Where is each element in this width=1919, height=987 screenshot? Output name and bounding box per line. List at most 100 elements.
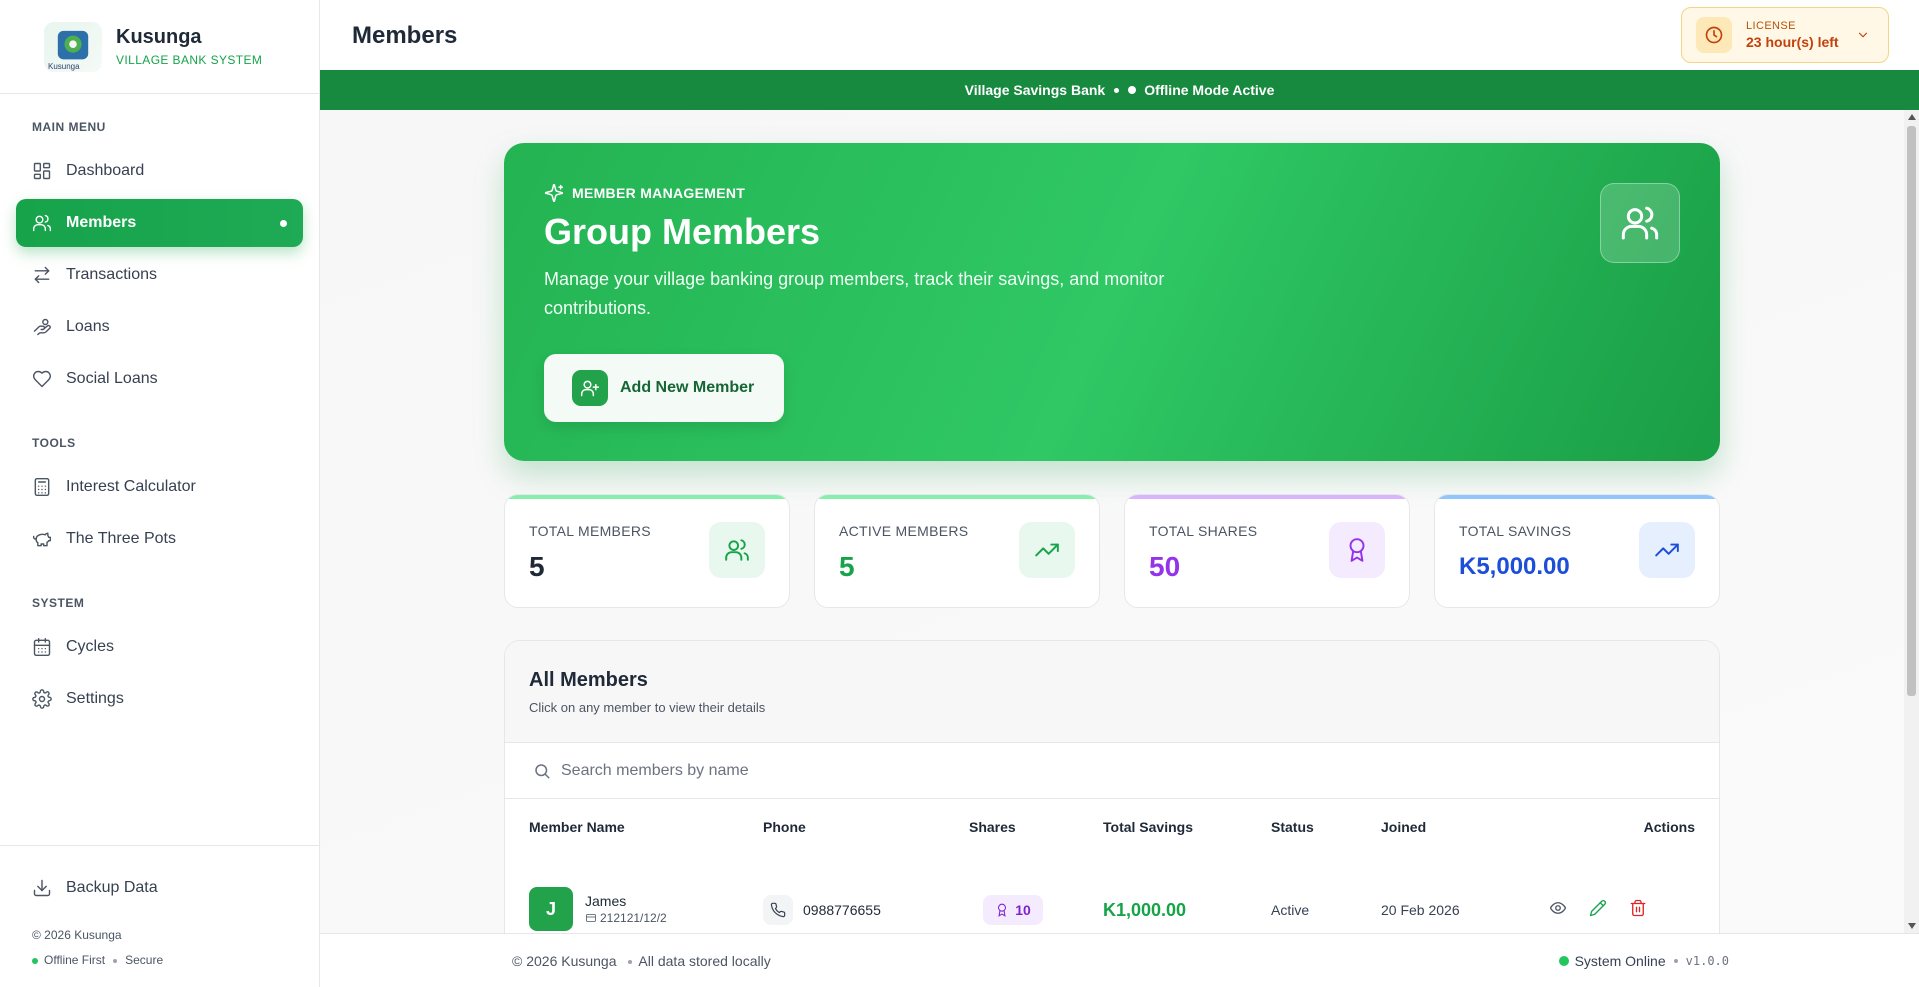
main-menu-label: MAIN MENU — [32, 120, 106, 134]
main-content: MEMBER MANAGEMENT Group Members Manage y… — [320, 110, 1904, 933]
download-icon — [33, 879, 51, 897]
calendar-icon — [33, 637, 51, 657]
stat-card-total-members: TOTAL MEMBERS 5 — [504, 494, 790, 608]
separator-dot — [628, 960, 633, 965]
column-header-savings[interactable]: Total Savings — [1103, 819, 1193, 835]
system-status: System Online — [1574, 953, 1666, 969]
member-status: Active — [1271, 902, 1310, 918]
sidebar-item-label: Dashboard — [66, 162, 145, 179]
scroll-up-arrow[interactable] — [1908, 114, 1916, 120]
footer-copyright: © 2026 Kusunga — [512, 953, 617, 969]
column-header-name[interactable]: Member Name — [529, 819, 625, 835]
stat-accent-bar — [1125, 495, 1409, 499]
footer-right: System Online v1.0.0 — [1558, 953, 1729, 969]
stat-accent-bar — [1435, 495, 1719, 499]
dashboard-icon — [33, 162, 51, 180]
member-savings: K1,000.00 — [1103, 900, 1187, 920]
main-scrollbar[interactable] — [1904, 110, 1919, 933]
sidebar-item-social-loans[interactable]: Social Loans — [16, 355, 303, 403]
users-icon — [32, 214, 52, 232]
members-subtitle: Click on any member to view their detail… — [529, 700, 766, 715]
brand: Kusunga Kusunga VILLAGE BANK SYSTEM — [0, 0, 319, 94]
status-dot — [1128, 86, 1137, 94]
page-title: Members — [352, 22, 458, 49]
shares-badge: 10 — [983, 895, 1043, 925]
search-bar — [505, 743, 1719, 799]
column-header-status[interactable]: Status — [1271, 819, 1314, 835]
backup-data-button[interactable]: Backup Data — [16, 864, 303, 912]
hero-title: Group Members — [544, 211, 821, 252]
offline-mode-label: Offline Mode Active — [1144, 82, 1275, 98]
member-name: James — [585, 893, 627, 909]
sidebar-item-label: Social Loans — [66, 370, 158, 387]
sidebar-item-three-pots[interactable]: The Three Pots — [16, 515, 303, 563]
avatar: J — [529, 887, 573, 931]
column-header-joined[interactable]: Joined — [1381, 819, 1426, 835]
award-icon — [1329, 522, 1385, 578]
search-input[interactable] — [561, 761, 1461, 780]
edit-member-button[interactable] — [1589, 899, 1609, 919]
scroll-thumb[interactable] — [1907, 126, 1916, 696]
member-id-text: 212121/12/2 — [600, 911, 667, 925]
hero-description: Manage your village banking group member… — [544, 269, 1165, 318]
calculator-icon — [34, 477, 50, 497]
stat-card-total-savings: TOTAL SAVINGS K5,000.00 — [1434, 494, 1720, 608]
secure-label: Secure — [125, 953, 164, 967]
separator-dot — [113, 958, 118, 963]
stat-accent-bar — [815, 495, 1099, 499]
stat-accent-bar — [505, 495, 789, 499]
sidebar-item-members[interactable]: Members — [16, 199, 303, 247]
arrows-icon — [34, 266, 50, 284]
stat-value: K5,000.00 — [1459, 553, 1570, 580]
hand-coins-icon — [33, 318, 51, 336]
license-widget[interactable]: LICENSE 23 hour(s) left — [1681, 7, 1889, 63]
sidebar-item-transactions[interactable]: Transactions — [16, 251, 303, 299]
sidebar-badges: Offline First Secure — [32, 953, 163, 967]
member-joined: 20 Feb 2026 — [1381, 902, 1460, 918]
sidebar: Kusunga Kusunga VILLAGE BANK SYSTEM MAIN… — [0, 0, 320, 987]
sidebar-item-cycles[interactable]: Cycles — [16, 623, 303, 671]
add-new-member-label: Add New Member — [620, 379, 755, 396]
piggy-bank-icon — [32, 532, 52, 547]
gear-icon — [32, 689, 52, 709]
license-label: LICENSE — [1746, 20, 1796, 32]
shares-count: 10 — [1015, 902, 1031, 918]
app-footer: © 2026 Kusunga All data stored locally S… — [320, 933, 1919, 987]
column-header-actions: Actions — [1643, 819, 1695, 835]
stat-card-active-members: ACTIVE MEMBERS 5 — [814, 494, 1100, 608]
stat-label: TOTAL SAVINGS — [1459, 523, 1572, 539]
add-new-member-button[interactable]: Add New Member — [544, 354, 784, 422]
hero-card: MEMBER MANAGEMENT Group Members Manage y… — [504, 143, 1720, 461]
trending-up-icon — [1639, 522, 1695, 578]
pencil-icon — [1589, 900, 1606, 917]
table-row[interactable]: J James 212121/12/2 0988776655 10 K1,000… — [505, 853, 1719, 933]
sidebar-copyright: © 2026 Kusunga — [32, 928, 122, 942]
sidebar-item-label: Members — [66, 214, 137, 231]
sidebar-item-label: Loans — [66, 318, 110, 335]
members-title: All Members — [529, 669, 648, 691]
delete-member-button[interactable] — [1629, 899, 1649, 919]
view-member-button[interactable] — [1549, 899, 1569, 919]
brand-subtitle: VILLAGE BANK SYSTEM — [116, 53, 263, 67]
stat-label: TOTAL SHARES — [1149, 523, 1258, 539]
logo-icon — [57, 30, 89, 59]
sidebar-item-loans[interactable]: Loans — [16, 303, 303, 351]
id-card-icon — [586, 914, 596, 922]
eye-icon — [1549, 902, 1567, 914]
status-banner: Village Savings Bank Offline Mode Active — [320, 70, 1919, 110]
clock-icon — [1696, 17, 1732, 53]
sidebar-footer: Backup Data © 2026 Kusunga Offline First… — [0, 845, 320, 987]
stat-value: 50 — [1149, 551, 1181, 582]
scroll-down-arrow[interactable] — [1908, 923, 1916, 929]
award-icon — [998, 903, 1007, 917]
column-header-phone[interactable]: Phone — [763, 819, 806, 835]
online-status-dot — [1558, 956, 1569, 966]
top-header: Members LICENSE 23 hour(s) left — [320, 0, 1919, 70]
sidebar-item-dashboard[interactable]: Dashboard — [16, 147, 303, 195]
sidebar-item-settings[interactable]: Settings — [16, 675, 303, 723]
members-table-card: All Members Click on any member to view … — [504, 640, 1720, 933]
member-id: 212121/12/2 — [585, 911, 667, 925]
column-header-shares[interactable]: Shares — [969, 819, 1016, 835]
sidebar-item-label: Cycles — [66, 638, 115, 655]
sidebar-item-interest-calculator[interactable]: Interest Calculator — [16, 463, 303, 511]
